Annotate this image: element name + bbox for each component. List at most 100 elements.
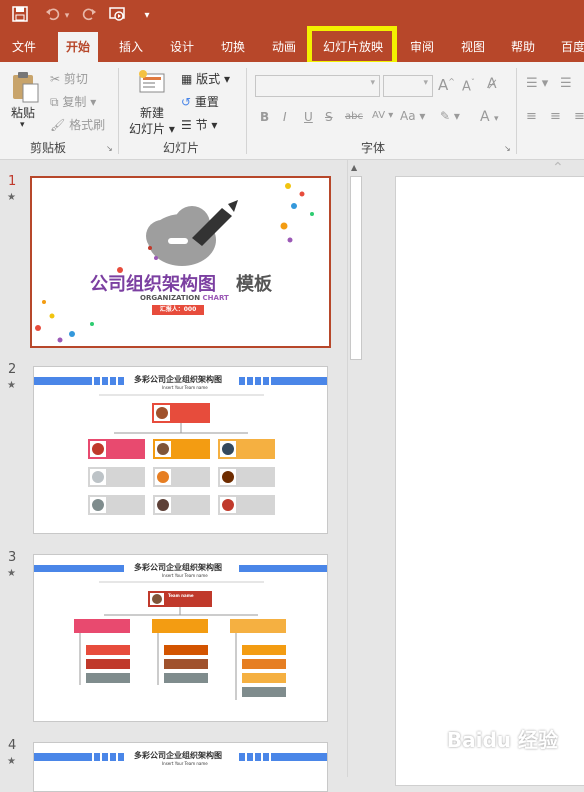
animation-star-icon: ★ — [7, 192, 16, 203]
slide3-title: 多彩公司企业组织架构图 — [134, 563, 222, 572]
case-label: Aa — [400, 109, 416, 123]
slide-thumbnail-1[interactable]: 公司组织架构图 模板 ORGANIZATION CHART 汇报人：000 — [30, 176, 331, 348]
font-color-icon: A — [480, 109, 490, 125]
redo-icon[interactable] — [80, 6, 98, 26]
clipboard-launcher-icon[interactable]: ↘ — [106, 144, 113, 153]
character-spacing-button[interactable]: AV ▾ — [372, 110, 393, 121]
slides-group-label: 幻灯片 — [163, 141, 200, 155]
slide-thumbnail-panel: 1 ★ 公司组织架构图 模板 ORGANIZATION CHART 汇报人：00… — [0, 160, 365, 792]
section-button[interactable]: ☰ 节 ▾ — [181, 116, 217, 133]
slide2-title: 多彩公司企业组织架构图 — [134, 375, 222, 384]
align-center-icon[interactable]: ≡ — [550, 109, 561, 124]
slide-show-tab-highlight — [307, 26, 397, 66]
clear-format-icon[interactable]: A̷ — [487, 76, 497, 92]
new-slide-text: 幻灯片 — [129, 122, 166, 136]
paste-icon[interactable] — [10, 70, 40, 107]
reset-button[interactable]: ↺ 重置 — [181, 93, 219, 110]
tab-review[interactable]: 审阅 — [410, 32, 434, 62]
font-family-select[interactable]: ▾ — [255, 75, 380, 97]
slide-editor: ⌃ — [366, 160, 584, 786]
align-right-icon[interactable]: ≡ — [574, 109, 584, 124]
animation-star-icon: ★ — [7, 756, 16, 767]
copy-button[interactable]: ⧉ 复制 ▾ — [50, 93, 96, 110]
bold-button[interactable]: B — [260, 110, 269, 124]
tab-insert[interactable]: 插入 — [119, 32, 143, 62]
tab-animations[interactable]: 动画 — [272, 32, 296, 62]
slide-canvas[interactable] — [395, 176, 584, 786]
title-bar: ▾ ▾ — [0, 0, 584, 32]
bullets-icon[interactable]: ☰ ▾ — [526, 76, 548, 91]
animation-star-icon: ★ — [7, 380, 16, 391]
tab-view[interactable]: 视图 — [461, 32, 485, 62]
watermark: Baidu 经验 — [446, 728, 558, 752]
slide2-subtitle: Insert Your Team name — [162, 385, 208, 390]
grow-font-icon: A — [438, 76, 449, 94]
tab-home[interactable]: 开始 — [58, 32, 99, 62]
clipboard-group-label: 剪贴板 — [30, 141, 67, 155]
cut-label: 剪切 — [63, 72, 88, 86]
collapse-ribbon-icon[interactable]: ⌃ — [552, 160, 564, 176]
format-painter-label: 格式刷 — [69, 118, 106, 132]
animation-star-icon: ★ — [7, 568, 16, 579]
customize-qat-icon[interactable]: ▾ — [140, 6, 154, 26]
undo-dropdown-icon[interactable]: ▾ — [62, 6, 72, 26]
spacing-label: AV — [372, 110, 386, 121]
slide1-title-bold: 模板 — [236, 274, 272, 295]
slide3-head: Team name — [168, 593, 194, 598]
change-case-button[interactable]: Aa ▾ — [400, 109, 425, 123]
undo-icon[interactable] — [44, 6, 62, 26]
font-launcher-icon[interactable]: ↘ — [504, 144, 511, 153]
slide-thumbnail-4[interactable]: 多彩公司企业组织架构图 Insert Your Team name — [33, 742, 328, 792]
paste-button[interactable]: 粘贴 — [11, 104, 35, 121]
grow-font-button[interactable]: A^ — [438, 76, 455, 94]
highlight-color-icon[interactable]: ✎ ▾ — [440, 109, 460, 123]
cut-icon: ✂ — [50, 72, 61, 86]
scroll-thumb[interactable] — [350, 176, 362, 360]
font-size-select[interactable]: ▾ — [383, 75, 433, 97]
format-painter-button[interactable]: 🖌 格式刷 — [50, 116, 105, 133]
present-from-start-icon[interactable] — [108, 6, 128, 26]
slide-thumbnail-2[interactable]: 多彩公司企业组织架构图 Insert Your Team name — [33, 366, 328, 534]
strikethrough-button[interactable]: abc — [345, 111, 363, 122]
new-slide-label-1[interactable]: 新建 — [140, 104, 164, 121]
slide1-subtitle-en2: CHART — [202, 294, 229, 302]
tab-baidu[interactable]: 百度 — [561, 32, 584, 62]
align-left-icon[interactable]: ≡ — [526, 109, 537, 124]
layout-label: 版式 — [196, 72, 221, 86]
slide1-title-main: 公司组织架构图 — [90, 274, 216, 295]
paste-dropdown-icon[interactable]: ▾ — [20, 120, 25, 130]
slide4-title: 多彩公司企业组织架构图 — [134, 751, 222, 760]
separator — [516, 68, 517, 154]
tab-transitions[interactable]: 切换 — [221, 32, 245, 62]
ribbon: 粘贴 ▾ ✂ 剪切 ⧉ 复制 ▾ 🖌 格式刷 剪贴板 ↘ 新建 幻灯片 ▾ ▦ … — [0, 62, 584, 160]
scroll-up-icon[interactable]: ▲ — [351, 163, 357, 172]
font-group-label: 字体 — [361, 141, 386, 155]
cut-button[interactable]: ✂ 剪切 — [50, 70, 88, 87]
slide1-subtitle-en: ORGANIZATION — [140, 294, 201, 302]
copy-label: 复制 — [62, 95, 87, 109]
tab-file[interactable]: 文件 — [12, 32, 36, 62]
shadow-button[interactable]: S — [325, 110, 333, 124]
copy-icon: ⧉ — [50, 95, 59, 109]
new-slide-label-2[interactable]: 幻灯片 ▾ — [129, 120, 175, 137]
layout-button[interactable]: ▦ 版式 ▾ — [181, 70, 230, 87]
new-slide-icon[interactable] — [137, 68, 167, 101]
slide-number: 4 — [8, 738, 17, 753]
save-icon[interactable] — [10, 6, 30, 26]
thumbnail-scrollbar[interactable]: ▲ — [347, 160, 363, 777]
slide1-reporter: 汇报人：000 — [152, 305, 204, 315]
tab-help[interactable]: 帮助 — [511, 32, 535, 62]
separator — [118, 68, 119, 154]
slide-thumbnail-3[interactable]: 多彩公司企业组织架构图 Insert Your Team name Team n… — [33, 554, 328, 722]
underline-button[interactable]: U — [304, 110, 313, 124]
reset-icon: ↺ — [181, 95, 192, 109]
section-label: 节 — [195, 118, 208, 132]
reset-label: 重置 — [194, 95, 219, 109]
shrink-font-button[interactable]: Aˇ — [462, 78, 475, 94]
italic-button[interactable]: I — [283, 110, 287, 124]
tab-design[interactable]: 设计 — [170, 32, 194, 62]
separator — [246, 68, 247, 154]
slide3-subtitle: Insert Your Team name — [162, 573, 208, 578]
numbering-icon[interactable]: ☰ — [560, 76, 572, 91]
font-color-button[interactable]: A ▾ — [480, 109, 499, 125]
